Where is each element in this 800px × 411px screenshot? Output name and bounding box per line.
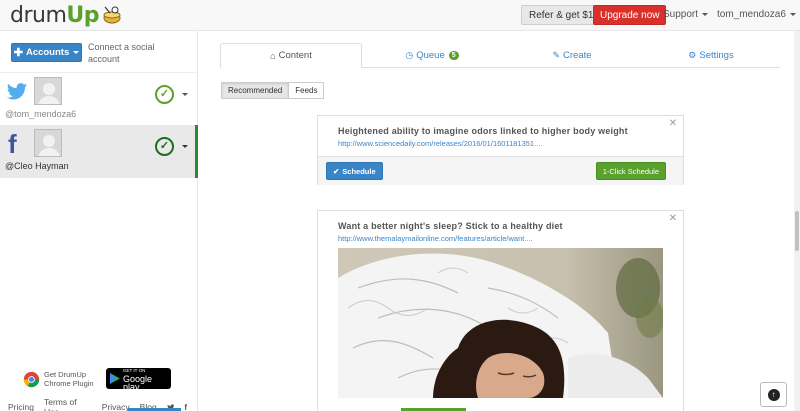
gear-icon: ⚙	[688, 50, 697, 60]
tab-create[interactable]: ✎ Create	[502, 43, 642, 68]
schedule-button[interactable]: ✔ Schedule	[326, 162, 383, 180]
subtab-recommended[interactable]: Recommended	[221, 82, 290, 99]
support-menu[interactable]: Support	[663, 9, 709, 20]
one-click-schedule-button[interactable]: 1-Click Schedule	[595, 162, 666, 180]
tab-queue[interactable]: ◷ Queue 5	[362, 43, 502, 68]
accounts-label: Accounts	[25, 47, 70, 58]
logo-text: drumUp	[10, 2, 100, 28]
twitter-icon	[6, 83, 28, 100]
tab-content-label: Content	[278, 50, 312, 61]
drumup-logo[interactable]: drumUp	[10, 1, 123, 29]
chevron-down-icon	[789, 12, 796, 16]
account-item-twitter[interactable]: @tom_mendoza6 ✓	[0, 72, 197, 125]
scrollbar-thumb[interactable]	[795, 211, 799, 251]
check-icon[interactable]: ✓	[155, 137, 174, 156]
upgrade-button[interactable]: Upgrade now	[593, 5, 667, 25]
chrome-plugin-text: Get DrumUp Chrome Plugin	[44, 370, 94, 388]
account-item-facebook[interactable]: f @Cleo Hayman ✓	[0, 125, 198, 178]
close-icon[interactable]: ✕	[669, 213, 677, 224]
facebook-icon: f	[8, 129, 17, 159]
article-image	[338, 248, 663, 398]
card-title: Want a better night's sleep? Stick to a …	[338, 221, 563, 231]
accounts-button[interactable]: ✚ Accounts	[11, 43, 82, 62]
tab-settings-label: Settings	[699, 50, 734, 61]
chrome-icon	[23, 371, 40, 387]
account-name: @tom_mendoza6	[5, 109, 77, 119]
check-icon[interactable]: ✓	[155, 85, 174, 104]
chevron-down-icon[interactable]	[182, 145, 188, 148]
avatar	[34, 77, 62, 105]
footer-link-terms[interactable]: Terms of Use	[44, 397, 92, 411]
clock-icon: ◷	[405, 50, 414, 60]
chevron-down-icon	[73, 51, 80, 54]
app-root: drumUp Refer & get $10 Upgrade now Suppo…	[0, 0, 800, 411]
chevron-down-icon	[702, 12, 709, 16]
plus-icon: ✚	[13, 47, 23, 59]
tab-content[interactable]: ⌂ Content	[220, 43, 362, 68]
chevron-down-icon[interactable]	[182, 93, 188, 96]
main-tabs: ⌂ Content ◷ Queue 5 ✎ Create ⚙ Settings	[220, 43, 780, 68]
google-play-big: Google play	[122, 373, 153, 392]
content-card: ✕ Heightened ability to imagine odors li…	[317, 115, 684, 185]
account-name: @Cleo Hayman	[5, 161, 69, 171]
user-menu[interactable]: tom_mendoza6	[717, 9, 796, 20]
card-actions: ✔ Schedule 1-Click Schedule	[318, 156, 683, 185]
google-play-badge[interactable]: GET IT ON Google play	[106, 368, 171, 392]
schedule-label: Schedule	[342, 166, 376, 176]
avatar	[34, 129, 62, 157]
connect-account-text: Connect a social account	[88, 42, 155, 64]
subtab-feeds[interactable]: Feeds	[288, 82, 325, 99]
user-label: tom_mendoza6	[717, 9, 786, 20]
google-play-icon	[110, 373, 120, 384]
queue-count-badge: 5	[448, 51, 459, 60]
page-scrollbar[interactable]	[794, 31, 800, 411]
top-navbar: drumUp Refer & get $10 Upgrade now Suppo…	[0, 0, 800, 31]
arrow-up-icon: ↑	[767, 388, 780, 401]
tab-queue-label: Queue	[416, 50, 445, 61]
content-subtabs: Recommended Feeds	[221, 82, 325, 99]
tab-create-label: Create	[563, 50, 592, 61]
main-content: ⌂ Content ◷ Queue 5 ✎ Create ⚙ Settings …	[198, 31, 800, 411]
back-to-top-button[interactable]: ↑	[760, 382, 787, 407]
drum-mascot-icon	[103, 6, 121, 24]
pencil-icon: ✎	[552, 50, 561, 60]
tab-settings[interactable]: ⚙ Settings	[642, 43, 780, 68]
close-icon[interactable]: ✕	[669, 118, 677, 129]
sidebar: ✚ Accounts Connect a social account @tom…	[0, 31, 198, 411]
card-title: Heightened ability to imagine odors link…	[338, 126, 628, 136]
footer-link-pricing[interactable]: Pricing	[8, 402, 34, 411]
card-link[interactable]: http://www.themalaymailonline.com/featur…	[338, 234, 533, 243]
support-label: Support	[663, 9, 699, 20]
check-icon: ✔	[333, 166, 340, 176]
home-icon: ⌂	[270, 50, 276, 61]
content-card: ✕ Want a better night's sleep? Stick to …	[317, 210, 684, 411]
chrome-plugin-link[interactable]: Get DrumUp Chrome Plugin	[23, 370, 94, 388]
card-link[interactable]: http://www.sciencedaily.com/releases/201…	[338, 139, 542, 148]
